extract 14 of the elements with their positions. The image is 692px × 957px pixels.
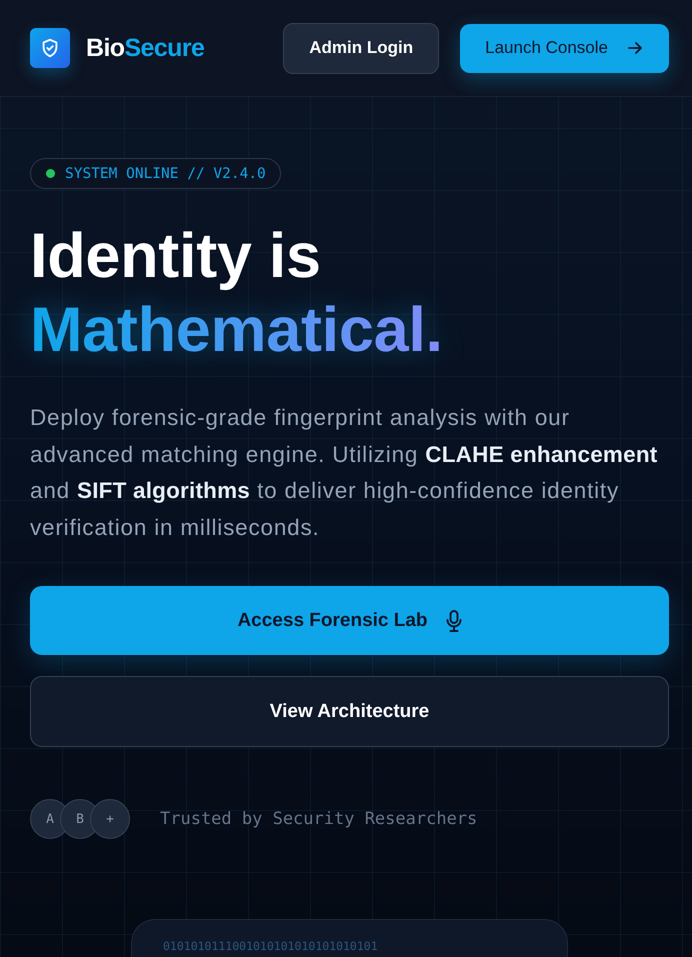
- shield-check-icon: [30, 28, 70, 68]
- launch-console-button[interactable]: Launch Console: [460, 24, 669, 72]
- hero-description: Deploy forensic-grade fingerprint analysis with our advanced matching engine. Utilizing CLAHE enhancement and SIFT algorithms to deliver high-confidence identity verification in milliseconds.: [30, 404, 658, 542]
- view-architecture-button[interactable]: View Architecture: [30, 676, 669, 748]
- arrow-right-icon: [628, 42, 642, 54]
- brand-name: BioSecure: [86, 34, 204, 62]
- trust-caption: Trusted by Security Researchers: [160, 809, 478, 830]
- hero-title: Identity is: [30, 220, 321, 293]
- status-text: SYSTEM ONLINE // V2.4.0: [65, 166, 266, 182]
- access-forensic-lab-button[interactable]: Access Forensic Lab: [30, 586, 669, 656]
- binary-code-text: 0101010111001010101010101010101: [163, 939, 379, 953]
- admin-login-button[interactable]: Admin Login: [283, 22, 440, 74]
- avatar: +: [90, 799, 130, 840]
- microphone-icon: [446, 610, 462, 632]
